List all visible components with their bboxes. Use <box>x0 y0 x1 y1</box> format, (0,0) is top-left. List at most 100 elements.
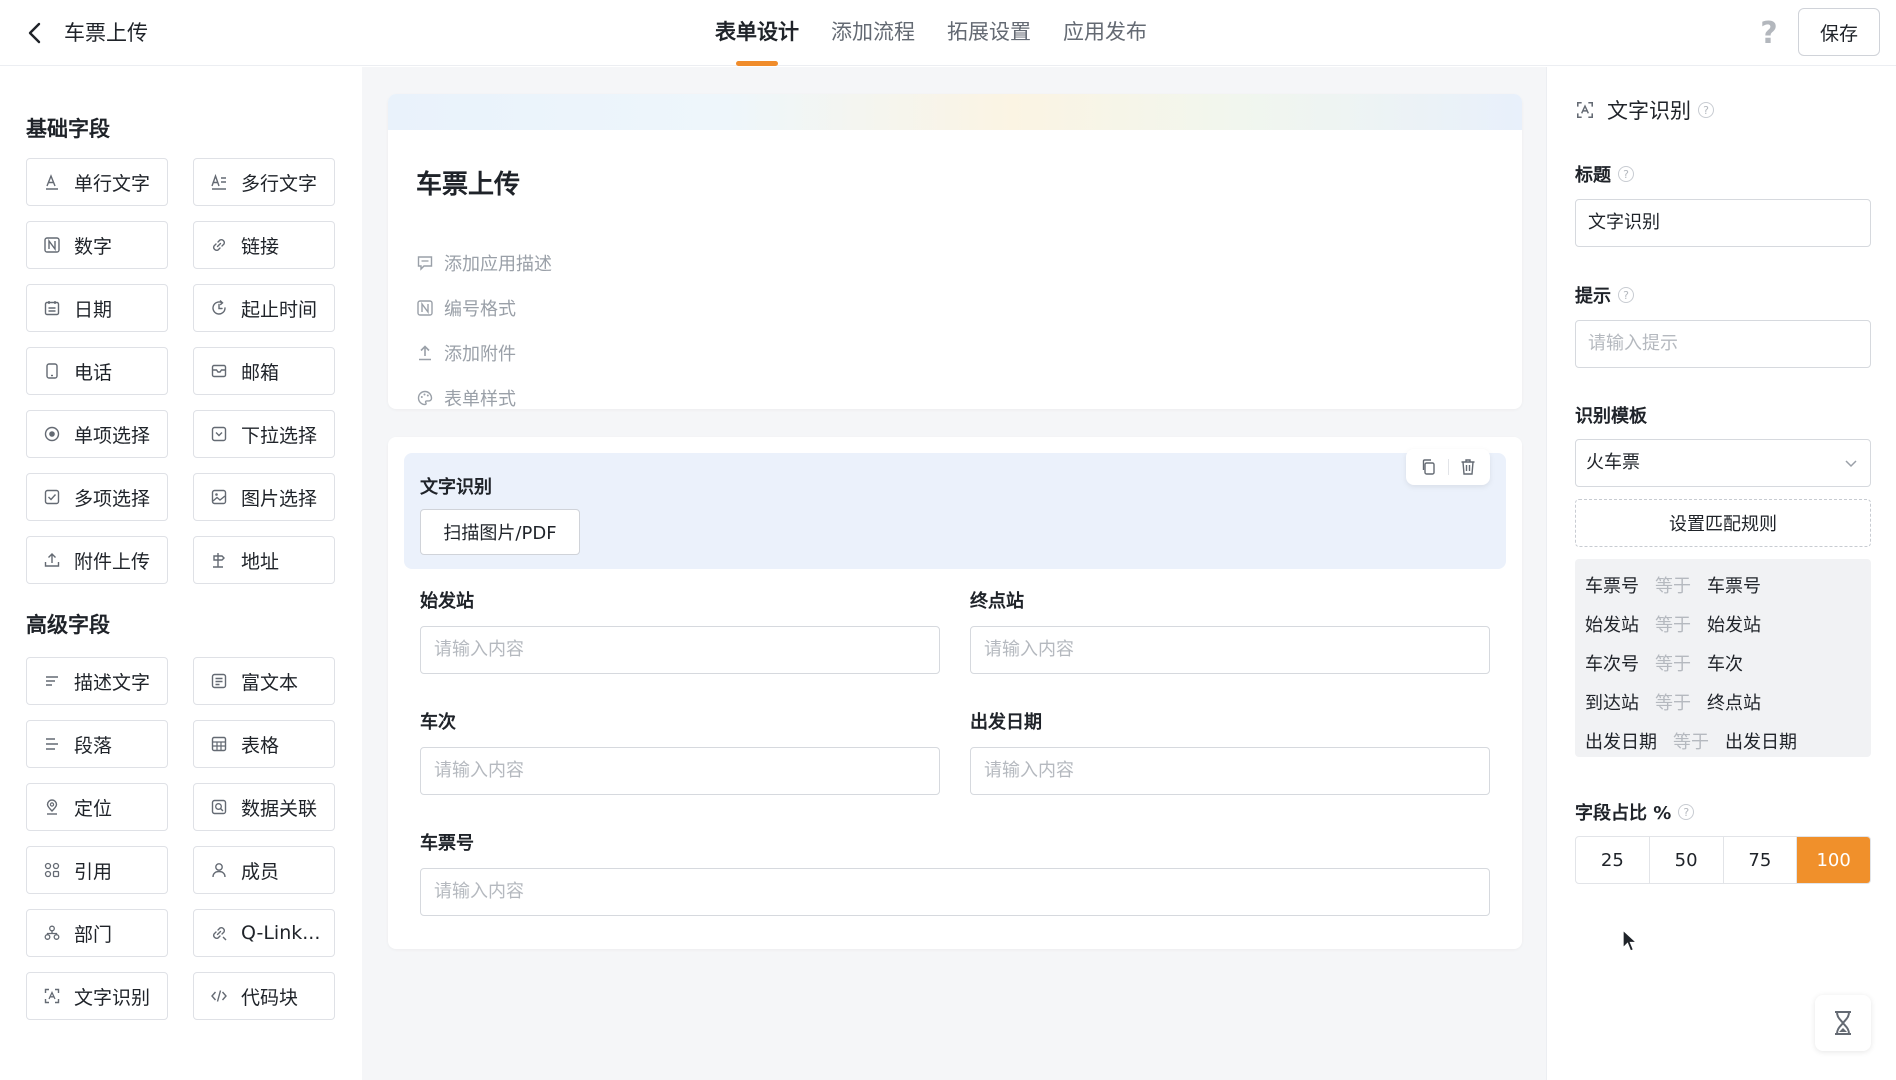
ocr-field-block[interactable]: 文字识别 扫描图片/PDF <box>404 449 1506 569</box>
copy-icon[interactable] <box>1419 457 1439 477</box>
member-icon <box>209 860 229 880</box>
ratio-option-100[interactable]: 100 <box>1797 837 1870 883</box>
palette-item-number[interactable]: 数字 <box>26 221 168 269</box>
set-match-rules-button[interactable]: 设置匹配规则 <box>1575 499 1871 547</box>
palette-item-address[interactable]: 地址 <box>193 536 335 584</box>
palette-item-label: 邮箱 <box>241 361 280 384</box>
palette-item-label: 下拉选择 <box>241 424 318 447</box>
palette-item-reference[interactable]: 引用 <box>26 846 168 894</box>
image-icon <box>209 487 229 507</box>
description-icon <box>42 671 62 691</box>
help-circle-icon[interactable]: ? <box>1698 102 1714 118</box>
add-attachment[interactable]: 添加附件 <box>416 340 516 366</box>
template-select[interactable]: 火车票 <box>1575 439 1871 487</box>
palette-item-dropdown[interactable]: 下拉选择 <box>193 410 335 458</box>
tab-extension-settings[interactable]: 拓展设置 <box>947 0 1031 66</box>
palette-item-location[interactable]: 定位 <box>26 783 168 831</box>
properties-heading: 文字识别 ? <box>1575 95 1714 125</box>
palette-item-time-range[interactable]: 起止时间 <box>193 284 335 332</box>
rule-target: 车票号 <box>1707 576 1761 597</box>
tab-add-flow[interactable]: 添加流程 <box>831 0 915 66</box>
form-title[interactable]: 车票上传 <box>416 164 520 201</box>
header-gradient <box>388 94 1522 130</box>
rule-target: 出发日期 <box>1725 732 1797 753</box>
save-button[interactable]: 保存 <box>1798 8 1880 56</box>
reference-icon <box>42 860 62 880</box>
rule-row: 出发日期 等于 出发日期 <box>1585 728 1797 754</box>
add-app-description[interactable]: 添加应用描述 <box>416 250 552 276</box>
palette-item-label: 定位 <box>74 797 113 820</box>
help-circle-icon[interactable]: ? <box>1678 804 1695 820</box>
meta-label: 编号格式 <box>444 299 516 320</box>
palette-item-description-text[interactable]: 描述文字 <box>26 657 168 705</box>
field-label-train-number: 车次 <box>420 712 456 733</box>
field-label-ticket-number: 车票号 <box>420 833 474 854</box>
palette-item-multi-select[interactable]: 多项选择 <box>26 473 168 521</box>
palette-item-phone[interactable]: 电话 <box>26 347 168 395</box>
train-number-input[interactable]: 请输入内容 <box>420 747 940 795</box>
paragraph-icon <box>42 734 62 754</box>
ratio-option-50[interactable]: 50 <box>1650 837 1724 883</box>
help-circle-icon[interactable]: ? <box>1618 287 1634 303</box>
form-header-card: 车票上传 添加应用描述 编号格式 添加附件 表单样式 <box>388 94 1522 409</box>
palette-item-rich-text[interactable]: 富文本 <box>193 657 335 705</box>
ticket-number-input[interactable]: 请输入内容 <box>420 868 1490 916</box>
mail-icon <box>209 361 229 381</box>
palette-item-code-block[interactable]: 代码块 <box>193 972 335 1020</box>
palette-item-multi-line-text[interactable]: 多行文字 <box>193 158 335 206</box>
palette-item-label: 引用 <box>74 860 113 883</box>
palette-item-link[interactable]: 链接 <box>193 221 335 269</box>
palette-item-label: 部门 <box>74 923 113 946</box>
number-format[interactable]: 编号格式 <box>416 295 516 321</box>
palette-item-member[interactable]: 成员 <box>193 846 335 894</box>
code-icon <box>209 986 229 1006</box>
terminal-station-input[interactable]: 请输入内容 <box>970 626 1490 674</box>
palette-item-q-link[interactable]: Q-Link... <box>193 909 335 957</box>
palette-item-label: 成员 <box>241 860 280 883</box>
tab-form-design[interactable]: 表单设计 <box>715 0 799 66</box>
palette-item-label: 多行文字 <box>241 172 318 195</box>
hourglass-icon[interactable] <box>1815 995 1871 1051</box>
palette-item-image-select[interactable]: 图片选择 <box>193 473 335 521</box>
form-style[interactable]: 表单样式 <box>416 385 516 409</box>
field-label-departure-station: 始发站 <box>420 591 474 612</box>
palette-item-single-line-text[interactable]: 单行文字 <box>26 158 168 206</box>
palette-item-label: 附件上传 <box>74 550 151 573</box>
app-title: 车票上传 <box>64 21 148 45</box>
title-input[interactable]: 文字识别 <box>1575 199 1871 247</box>
palette-item-date[interactable]: 日期 <box>26 284 168 332</box>
tab-app-publish[interactable]: 应用发布 <box>1063 0 1147 66</box>
ratio-option-25[interactable]: 25 <box>1576 837 1650 883</box>
palette-item-table[interactable]: 表格 <box>193 720 335 768</box>
field-ratio-label: 字段占比 % ? <box>1575 799 1695 825</box>
dropdown-icon <box>209 424 229 444</box>
attachment-icon <box>416 344 434 362</box>
palette-item-label: 地址 <box>241 550 280 573</box>
palette-item-data-association[interactable]: 数据关联 <box>193 783 335 831</box>
back-button[interactable] <box>22 20 48 46</box>
palette-item-label: 数字 <box>74 235 113 258</box>
hint-input[interactable]: 请输入提示 <box>1575 320 1871 368</box>
trash-icon[interactable] <box>1458 457 1478 477</box>
tab-bar: 表单设计 添加流程 拓展设置 应用发布 <box>715 0 1179 66</box>
palette-item-attachment-upload[interactable]: 附件上传 <box>26 536 168 584</box>
palette-item-email[interactable]: 邮箱 <box>193 347 335 395</box>
address-icon <box>209 550 229 570</box>
field-ratio-selector: 25 50 75 100 <box>1575 836 1871 884</box>
upload-icon <box>42 550 62 570</box>
departure-station-input[interactable]: 请输入内容 <box>420 626 940 674</box>
palette-item-label: 表格 <box>241 734 280 757</box>
scan-image-pdf-button[interactable]: 扫描图片/PDF <box>420 509 580 555</box>
palette-item-label: 描述文字 <box>74 671 151 694</box>
help-icon[interactable]: ? <box>1752 14 1786 52</box>
palette-item-single-select[interactable]: 单项选择 <box>26 410 168 458</box>
multiline-text-icon <box>209 172 229 192</box>
departure-date-input[interactable]: 请输入内容 <box>970 747 1490 795</box>
help-circle-icon[interactable]: ? <box>1618 166 1634 182</box>
template-label: 识别模板 <box>1575 406 1647 427</box>
palette-item-department[interactable]: 部门 <box>26 909 168 957</box>
palette-item-ocr[interactable]: 文字识别 <box>26 972 168 1020</box>
palette-item-paragraph[interactable]: 段落 <box>26 720 168 768</box>
rule-operator: 等于 <box>1655 654 1691 675</box>
ratio-option-75[interactable]: 75 <box>1724 837 1798 883</box>
